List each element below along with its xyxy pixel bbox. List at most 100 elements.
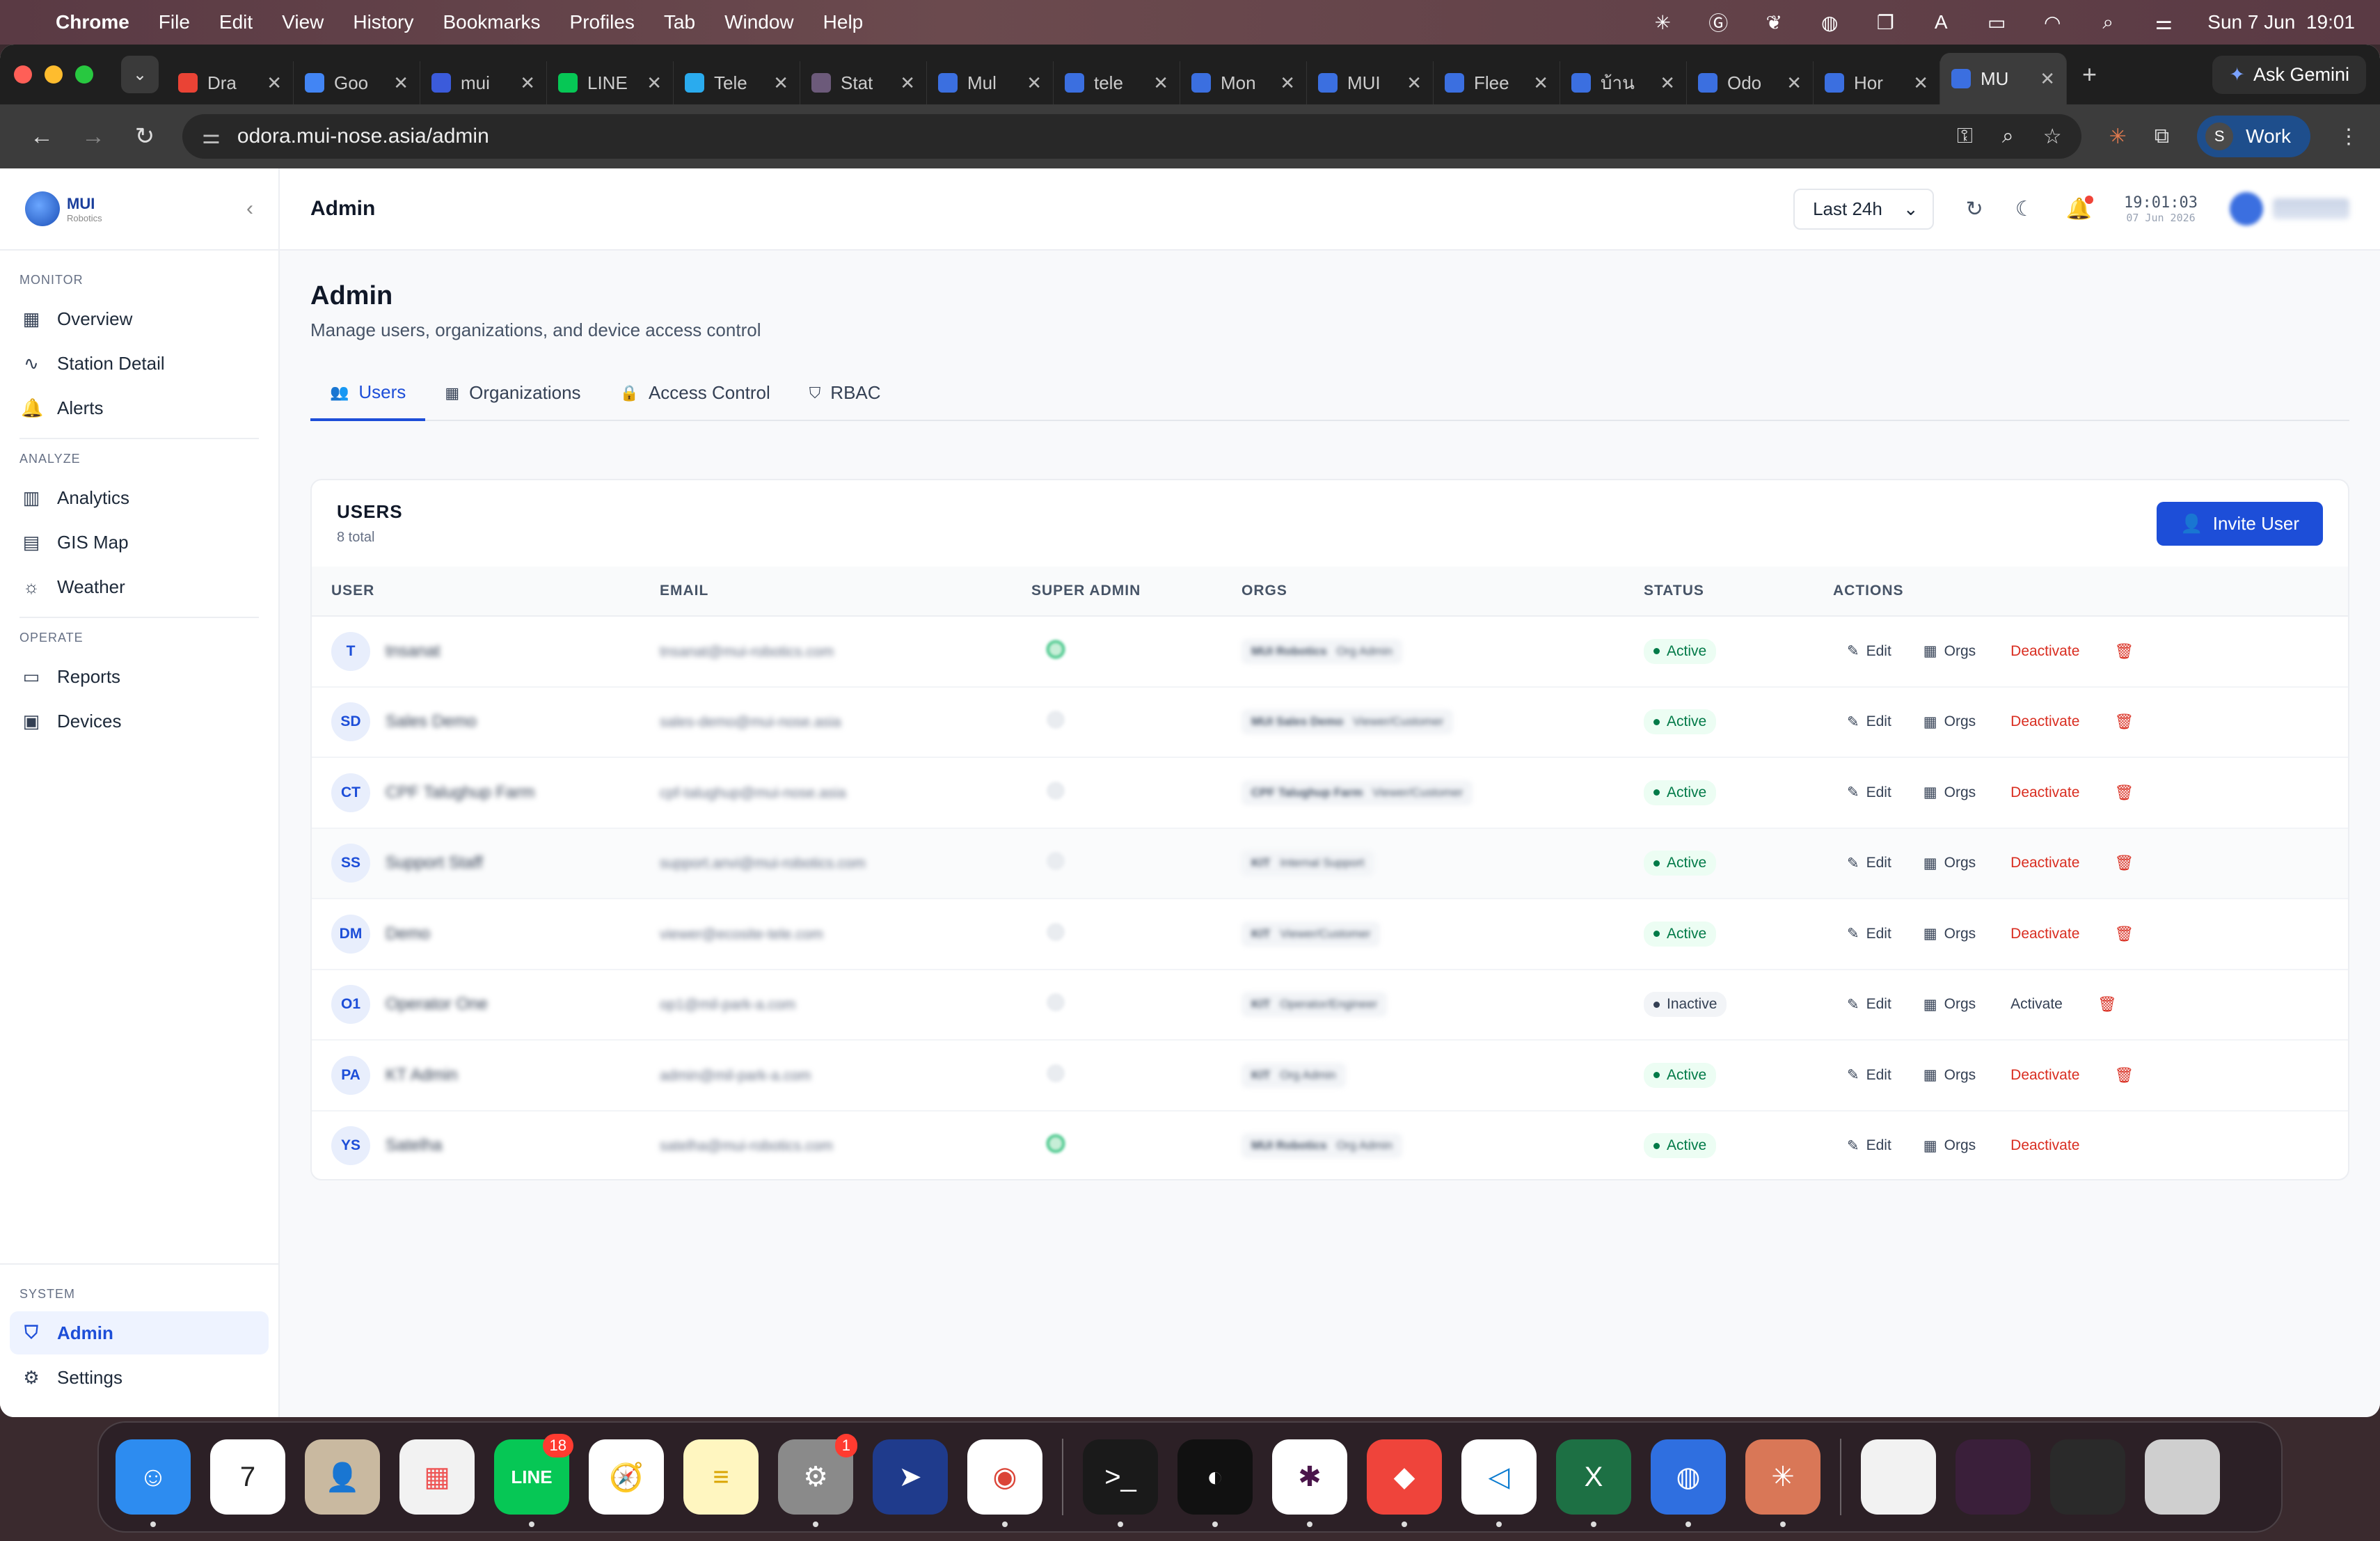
close-tab-icon[interactable]: ✕ [1153,72,1168,94]
sidebar-item-admin[interactable]: ⛉ Admin [10,1311,269,1354]
edit-user-button[interactable]: ✎ Edit [1847,642,1891,660]
sidebar-item-gis-map[interactable]: ▤ GIS Map [10,521,269,564]
profile-button[interactable]: S Work [2197,116,2310,157]
manage-orgs-button[interactable]: ▦ Orgs [1923,642,1976,660]
time-range-select[interactable]: Last 24h ⌄ [1793,188,1934,230]
line-icon[interactable]: ◍ [1818,10,1841,34]
sidebar-item-station-detail[interactable]: ∿ Station Detail [10,342,269,385]
input-a-icon[interactable]: A [1929,10,1953,34]
sidebar-item-weather[interactable]: ☼ Weather [10,565,269,608]
bookmark-star-icon[interactable]: ☆ [2043,125,2062,149]
browser-tab[interactable]: Stat ✕ [800,61,927,104]
sidebar-item-overview[interactable]: ▦ Overview [10,297,269,340]
menubar-clock[interactable]: Sun 7 Jun 19:01 [2207,11,2355,33]
deactivate-user-button[interactable]: Deactivate [2010,713,2079,730]
trash-icon[interactable] [2145,1439,2220,1515]
browser-tab[interactable]: MUI ✕ [1307,61,1434,104]
menu-view[interactable]: View [282,11,324,33]
slack-window-thumbnail-icon[interactable] [1955,1439,2031,1515]
menu-file[interactable]: File [159,11,190,33]
deactivate-user-button[interactable]: Deactivate [2010,784,2079,801]
menu-history[interactable]: History [353,11,413,33]
terminal-icon[interactable]: >_ [1083,1439,1158,1527]
edit-user-button[interactable]: ✎ Edit [1847,925,1891,942]
browser-tab[interactable]: Goo ✕ [294,61,420,104]
chrome-icon[interactable]: ◉ [967,1439,1042,1527]
edit-user-button[interactable]: ✎ Edit [1847,1137,1891,1155]
menu-app-name[interactable]: Chrome [56,11,129,33]
sidebar-item-settings[interactable]: ⚙ Settings [10,1356,269,1399]
control-center-icon[interactable]: ⚌ [2152,10,2175,34]
manage-orgs-button[interactable]: ▦ Orgs [1923,855,1976,872]
zoom-window-button[interactable] [75,65,93,84]
line-app-icon[interactable]: LINE 18 [494,1434,573,1527]
linear-icon[interactable]: ◐ [1177,1439,1253,1527]
figma-icon[interactable]: ❦ [1762,10,1786,34]
menu-help[interactable]: Help [823,11,864,33]
trash-icon[interactable]: 🗑 [2114,784,2134,802]
trash-icon[interactable]: 🗑 [2114,854,2134,872]
edit-user-button[interactable]: ✎ Edit [1847,996,1891,1013]
manage-orgs-button[interactable]: ▦ Orgs [1923,784,1976,801]
deactivate-user-button[interactable]: Deactivate [2010,1067,2079,1084]
deactivate-user-button[interactable]: Deactivate [2010,1137,2079,1154]
close-tab-icon[interactable]: ✕ [1406,72,1422,94]
invite-user-button[interactable]: 👤 Invite User [2157,501,2323,546]
collapse-sidebar-chevron-icon[interactable]: ‹ [246,197,253,221]
tab-users[interactable]: 👥 Users [310,369,426,421]
browser-tab[interactable]: LINE ✕ [547,61,674,104]
trash-icon[interactable]: 🗑 [2114,713,2134,731]
site-info-icon[interactable]: ⚌ [202,125,221,149]
battery-icon[interactable]: ▭ [1985,10,2008,34]
chrome-menu-icon[interactable]: ⋮ [2338,125,2359,149]
trash-icon[interactable]: 🗑 [2114,1066,2134,1084]
browser-tab[interactable]: Odo ✕ [1687,61,1814,104]
close-tab-icon[interactable]: ✕ [1786,72,1802,94]
edit-user-button[interactable]: ✎ Edit [1847,713,1891,731]
safari-icon[interactable]: 🧭 [589,1439,664,1515]
sidebar-item-reports[interactable]: ▭ Reports [10,655,269,698]
tab-search-button[interactable]: ⌄ [121,56,159,93]
browser-tab[interactable]: Flee ✕ [1434,61,1560,104]
manage-orgs-button[interactable]: ▦ Orgs [1923,1066,1976,1084]
menu-window[interactable]: Window [724,11,794,33]
close-tab-icon[interactable]: ✕ [1026,72,1042,94]
close-tab-icon[interactable]: ✕ [520,72,535,94]
extensions-puzzle-icon[interactable]: ⧉ [2155,125,2169,148]
spotlight-icon[interactable]: ⌕ [2096,10,2120,34]
close-tab-icon[interactable]: ✕ [1533,72,1548,94]
user-menu[interactable] [2230,192,2349,226]
finder-icon[interactable]: ☺ [116,1439,191,1527]
close-tab-icon[interactable]: ✕ [267,72,282,94]
trash-icon[interactable]: 🗑 [2097,995,2117,1013]
deactivate-user-button[interactable]: Deactivate [2010,855,2079,871]
notes-icon[interactable]: ≡ [683,1439,759,1515]
forward-button[interactable]: → [72,116,114,157]
browser-tab[interactable]: MU ✕ [1940,53,2067,104]
direct-icon[interactable]: ➤ [873,1439,948,1515]
trash-icon[interactable]: 🗑 [2114,925,2134,943]
trash-icon[interactable]: 🗑 [2114,642,2134,661]
window-icon[interactable]: ❐ [1873,10,1897,34]
sidebar-item-alerts[interactable]: 🔔 Alerts [10,386,269,429]
browser-tab[interactable]: Mul ✕ [927,61,1054,104]
menu-edit[interactable]: Edit [219,11,253,33]
close-tab-icon[interactable]: ✕ [900,72,915,94]
close-tab-icon[interactable]: ✕ [1913,72,1928,94]
new-tab-button[interactable]: + [2082,60,2097,89]
sidebar-item-devices[interactable]: ▣ Devices [10,700,269,743]
refresh-icon[interactable]: ↻ [1966,197,1983,221]
browser-tab[interactable]: tele ✕ [1054,61,1180,104]
close-tab-icon[interactable]: ✕ [393,72,408,94]
preview-icon[interactable]: ◍ [1651,1439,1726,1527]
vscode-icon[interactable]: ◁ [1461,1439,1537,1527]
zoom-icon[interactable]: ⌕ [2002,125,2014,149]
sidebar-item-analytics[interactable]: ▥ Analytics [10,476,269,519]
tab-access-control[interactable]: 🔒 Access Control [601,369,790,420]
manage-orgs-button[interactable]: ▦ Orgs [1923,1137,1976,1155]
notifications-bell-icon[interactable]: 🔔 [2066,195,2094,221]
minimize-window-button[interactable] [45,65,63,84]
close-window-button[interactable] [14,65,32,84]
ask-gemini-button[interactable]: ✦ Ask Gemini [2212,55,2366,94]
back-button[interactable]: ← [21,116,63,157]
